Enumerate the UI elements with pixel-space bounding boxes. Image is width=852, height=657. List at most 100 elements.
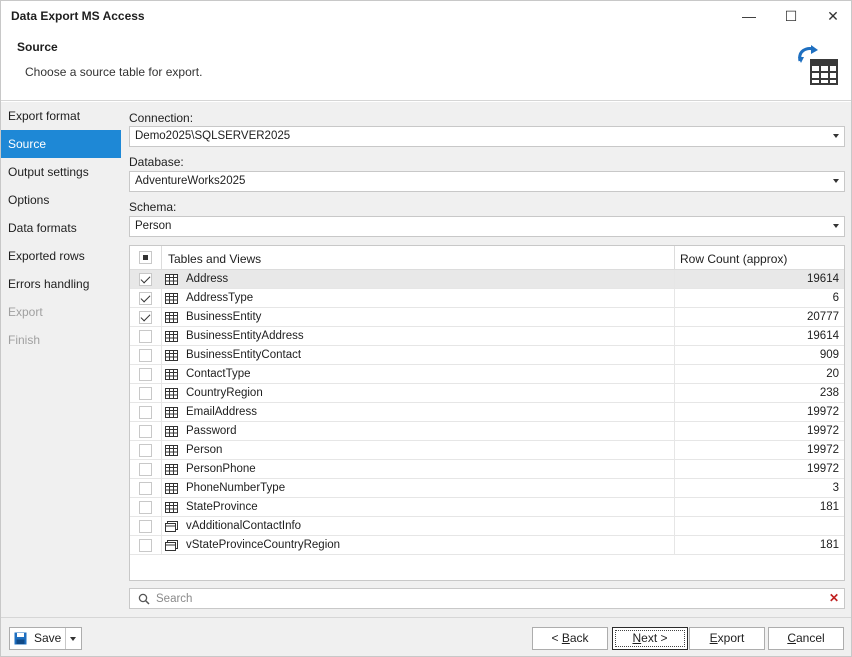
row-count: 909 (819, 349, 839, 361)
sidebar-item-finish: Finish (8, 333, 41, 347)
table-row[interactable]: vStateProvinceCountryRegion 181 (130, 536, 844, 555)
table-row[interactable]: BusinessEntityAddress 19614 (130, 327, 844, 346)
row-count: 238 (819, 387, 839, 399)
row-checkbox[interactable] (139, 482, 152, 495)
select-all-checkbox[interactable] (139, 251, 152, 264)
database-value: AdventureWorks2025 (135, 175, 246, 187)
page-title: Source (17, 40, 58, 54)
table-row[interactable]: ContactType 20 (130, 365, 844, 384)
search-box[interactable]: Search ✕ (129, 588, 845, 609)
row-check-cell (130, 422, 162, 440)
row-checkbox[interactable] (139, 425, 152, 438)
row-check-cell (130, 403, 162, 421)
maximize-button[interactable]: ☐ (771, 3, 811, 29)
save-icon (14, 632, 27, 645)
row-checkbox[interactable] (139, 387, 152, 400)
table-export-icon (798, 45, 838, 85)
table-row[interactable]: StateProvince 181 (130, 498, 844, 517)
table-row[interactable]: BusinessEntity 20777 (130, 308, 844, 327)
row-checkbox[interactable] (139, 368, 152, 381)
next-button[interactable]: Next > (612, 627, 688, 650)
row-checkbox[interactable] (139, 406, 152, 419)
row-checkbox[interactable] (139, 501, 152, 514)
connection-dropdown[interactable]: Demo2025\SQLSERVER2025 (129, 126, 845, 147)
search-icon (138, 593, 150, 605)
table-row[interactable]: EmailAddress 19972 (130, 403, 844, 422)
table-row[interactable]: Password 19972 (130, 422, 844, 441)
row-checkbox[interactable] (139, 349, 152, 362)
sidebar-item-errors-handling[interactable]: Errors handling (1, 270, 121, 298)
row-checkbox[interactable] (139, 311, 152, 324)
sidebar-item-source[interactable]: Source (1, 130, 121, 158)
view-icon (165, 540, 178, 551)
search-input[interactable]: Search (156, 593, 192, 605)
table-icon (165, 369, 178, 380)
row-check-cell (130, 517, 162, 535)
chevron-down-icon (833, 134, 839, 138)
back-button[interactable]: < Back (532, 627, 608, 650)
column-header-tables[interactable]: Tables and Views (168, 252, 261, 266)
save-label: Save (34, 631, 62, 645)
row-check-cell (130, 384, 162, 402)
cancel-button[interactable]: Cancel (768, 627, 844, 650)
table-icon (165, 312, 178, 323)
table-row[interactable]: vAdditionalContactInfo (130, 517, 844, 536)
row-count: 19972 (807, 463, 839, 475)
row-checkbox[interactable] (139, 539, 152, 552)
sidebar-item-data-formats[interactable]: Data formats (1, 214, 121, 242)
sidebar-item-options[interactable]: Options (1, 186, 121, 214)
row-checkbox[interactable] (139, 330, 152, 343)
table-icon (165, 274, 178, 285)
row-checkbox[interactable] (139, 444, 152, 457)
row-count: 19972 (807, 406, 839, 418)
table-name: ContactType (186, 368, 251, 380)
minimize-button[interactable]: — (729, 3, 769, 29)
save-dropdown-icon[interactable] (70, 637, 76, 641)
source-panel: Connection: Demo2025\SQLSERVER2025 Datab… (121, 102, 851, 617)
clear-search-icon[interactable]: ✕ (829, 591, 839, 605)
row-check-cell (130, 327, 162, 345)
export-button[interactable]: Export (689, 627, 765, 650)
row-check-cell (130, 308, 162, 326)
chevron-down-icon (833, 179, 839, 183)
title-bar: Data Export MS Access — ☐ ✕ (1, 1, 851, 31)
schema-dropdown[interactable]: Person (129, 216, 845, 237)
table-row[interactable]: Person 19972 (130, 441, 844, 460)
schema-value: Person (135, 220, 172, 232)
table-name: vAdditionalContactInfo (186, 520, 302, 532)
column-header-row-count[interactable]: Row Count (approx) (680, 252, 787, 266)
save-button[interactable]: Save (9, 627, 82, 650)
table-name: BusinessEntityContact (186, 349, 302, 361)
row-checkbox[interactable] (139, 463, 152, 476)
table-icon (165, 426, 178, 437)
table-name: PhoneNumberType (186, 482, 286, 494)
table-name: Address (186, 273, 229, 285)
page-subtitle: Choose a source table for export. (25, 65, 203, 79)
table-row[interactable]: PersonPhone 19972 (130, 460, 844, 479)
row-checkbox[interactable] (139, 273, 152, 286)
row-check-cell (130, 289, 162, 307)
row-check-cell (130, 479, 162, 497)
table-name: vStateProvinceCountryRegion (186, 539, 341, 551)
table-icon (165, 293, 178, 304)
table-name: BusinessEntity (186, 311, 262, 323)
database-label: Database: (129, 155, 184, 169)
table-row[interactable]: PhoneNumberType 3 (130, 479, 844, 498)
row-checkbox[interactable] (139, 520, 152, 533)
sidebar-item-output-settings[interactable]: Output settings (1, 158, 121, 186)
row-count: 19972 (807, 425, 839, 437)
row-checkbox[interactable] (139, 292, 152, 305)
table-row[interactable]: AddressType 6 (130, 289, 844, 308)
sidebar-item-exported-rows[interactable]: Exported rows (1, 242, 121, 270)
connection-label: Connection: (129, 111, 194, 125)
table-row[interactable]: CountryRegion 238 (130, 384, 844, 403)
row-count: 20 (826, 368, 839, 380)
row-count: 19614 (807, 273, 839, 285)
row-check-cell (130, 441, 162, 459)
database-dropdown[interactable]: AdventureWorks2025 (129, 171, 845, 192)
close-button[interactable]: ✕ (813, 3, 852, 29)
table-row[interactable]: BusinessEntityContact 909 (130, 346, 844, 365)
table-row[interactable]: Address 19614 (130, 270, 844, 289)
sidebar-item-export-format[interactable]: Export format (1, 102, 121, 130)
table-icon (165, 407, 178, 418)
